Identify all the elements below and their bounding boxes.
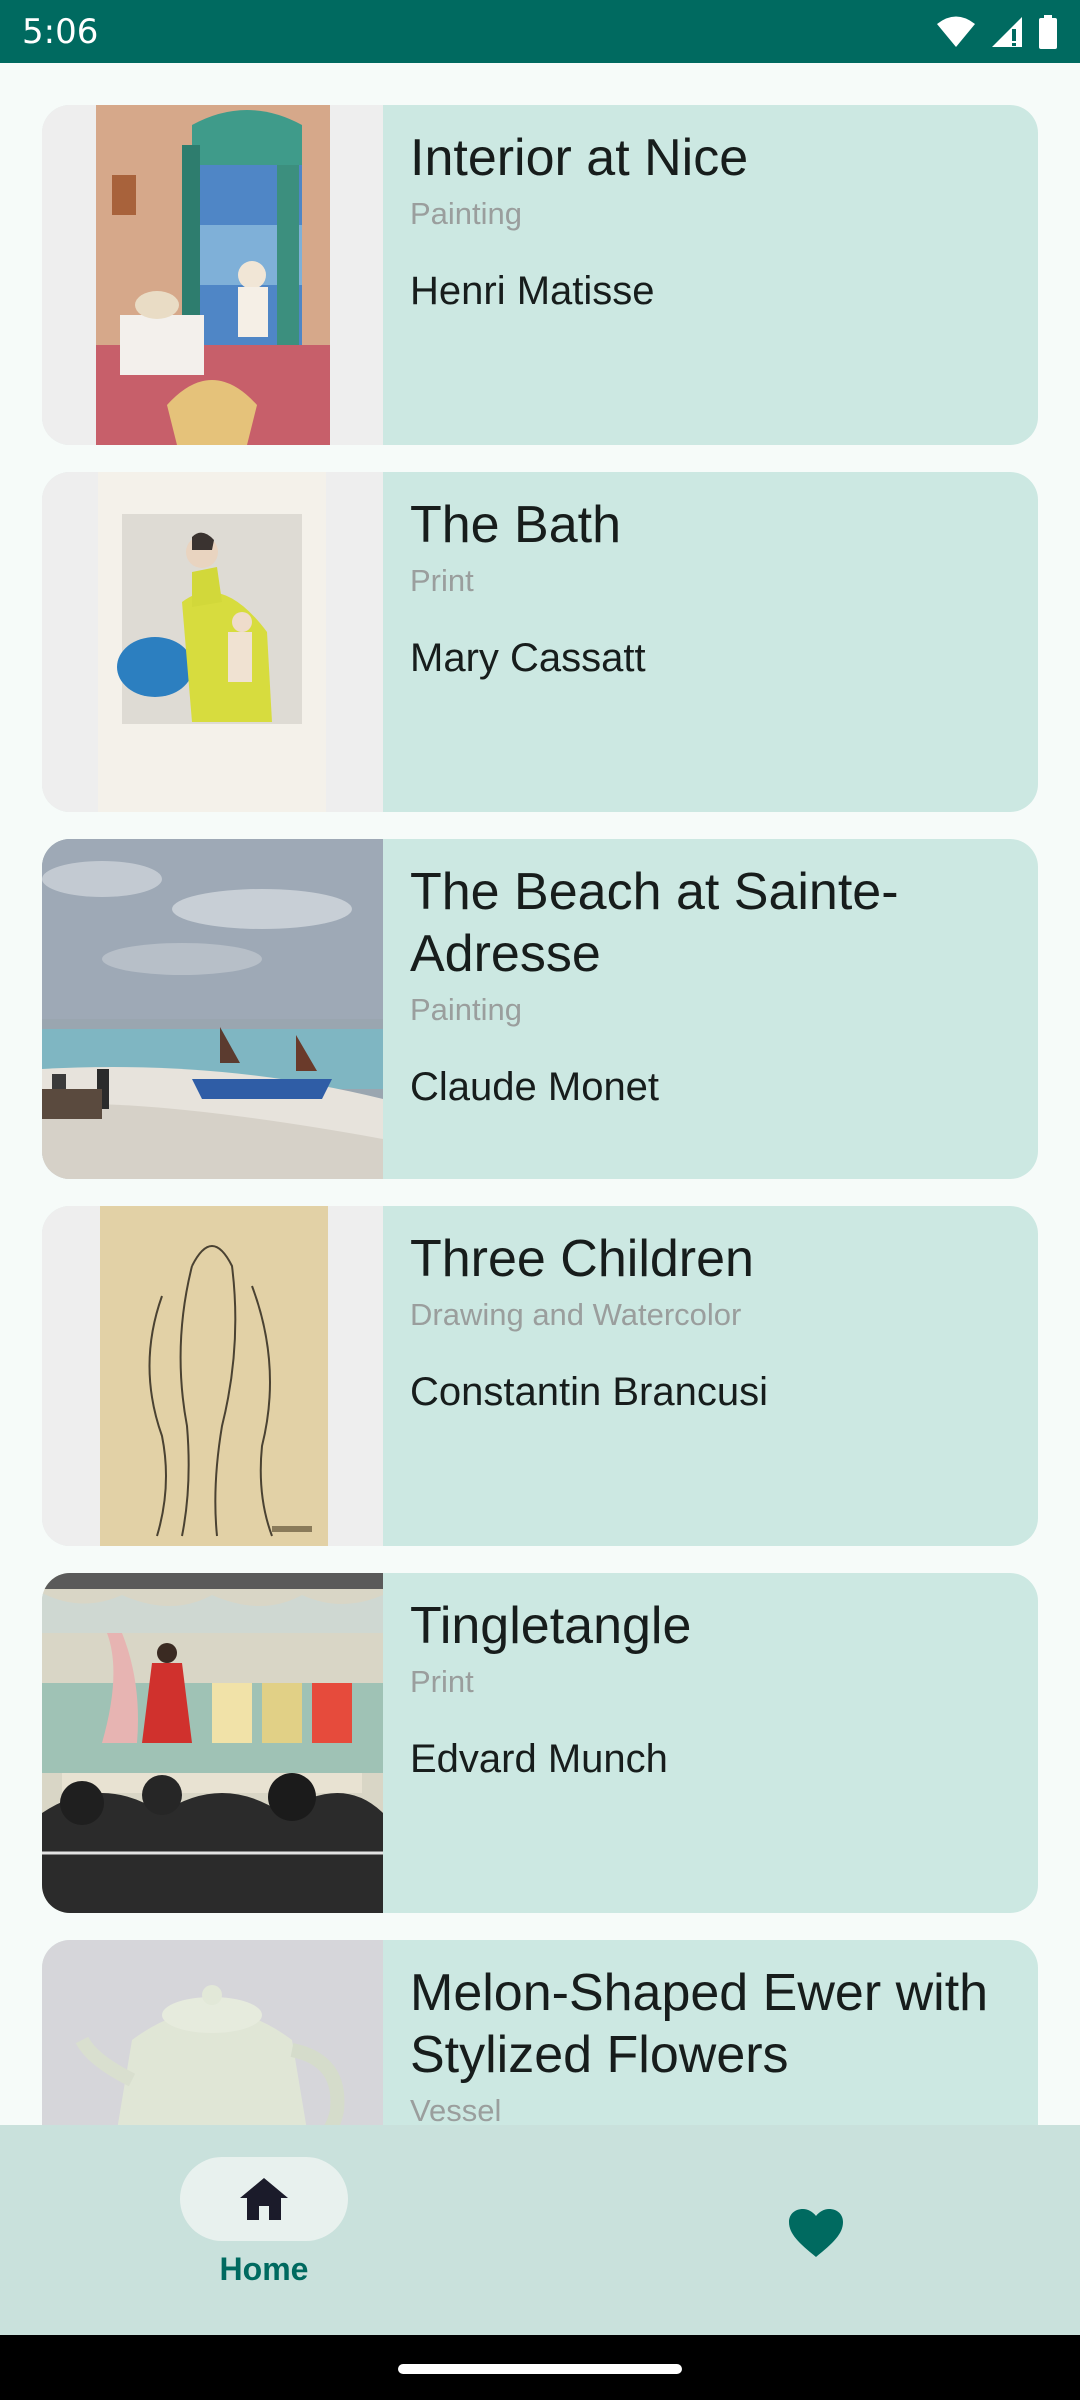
nav-home-label[interactable]: Home (220, 2251, 309, 2288)
artwork-type: Painting (410, 196, 523, 231)
artwork-artist: Constantin Brancusi (410, 1370, 768, 1414)
status-icons (936, 14, 1058, 49)
nav-favorites[interactable] (772, 2191, 860, 2275)
artwork-type: Print (410, 563, 474, 598)
artwork-title: Tingletangle (410, 1597, 692, 1655)
artwork-artist: Claude Monet (410, 1065, 660, 1109)
artwork-card[interactable]: Three Children Drawing and Watercolor Co… (42, 1206, 1038, 1546)
artwork-card[interactable]: Interior at Nice Painting Henri Matisse (42, 105, 1038, 445)
nav-home[interactable]: Home (178, 2157, 350, 2293)
artwork-type: Painting (410, 992, 523, 1027)
artwork-title: The Beach at Sainte-Adresse (410, 863, 899, 983)
artwork-artist: Henri Matisse (410, 269, 655, 313)
bottom-navigation: Home (0, 2125, 1080, 2335)
artwork-title: Melon-Shaped Ewer with Stylized Flowers (410, 1964, 989, 2084)
artwork-title: Three Children (410, 1230, 754, 1288)
artwork-type: Vessel (410, 2093, 502, 2125)
system-gesture-area (0, 2335, 1080, 2400)
heart-icon (789, 2209, 843, 2257)
signal-icon (992, 16, 1022, 47)
artwork-card[interactable]: The Beach at Sainte-Adresse Painting Cla… (42, 839, 1038, 1179)
artwork-card[interactable]: Melon-Shaped Ewer with Stylized Flowers … (42, 1940, 1038, 2125)
artwork-thumbnail (42, 1940, 383, 2125)
artwork-title: The Bath (410, 496, 622, 554)
artwork-type: Print (410, 1664, 474, 1699)
wifi-icon (937, 16, 975, 47)
artwork-card[interactable]: Tingletangle Print Edvard Munch (42, 1573, 1038, 1913)
nav-home-indicator[interactable] (180, 2157, 348, 2241)
artwork-thumbnail (42, 839, 383, 1179)
artwork-type: Drawing and Watercolor (410, 1297, 742, 1332)
status-bar: 5:06 (0, 0, 1080, 63)
artwork-artist: Mary Cassatt (410, 636, 646, 680)
artwork-artist: Edvard Munch (410, 1737, 668, 1781)
battery-icon (1039, 14, 1057, 49)
artwork-thumbnail (42, 472, 383, 812)
artwork-thumbnail (42, 1573, 383, 1913)
artwork-card[interactable]: The Bath Print Mary Cassatt (42, 472, 1038, 812)
home-icon (240, 2178, 288, 2220)
status-time: 5:06 (22, 11, 99, 52)
artwork-thumbnail (42, 1206, 383, 1546)
artwork-list[interactable]: Interior at Nice Painting Henri Matisse … (0, 63, 1080, 2125)
gesture-handle[interactable] (398, 2364, 682, 2374)
artwork-thumbnail (42, 105, 383, 445)
artwork-title: Interior at Nice (410, 129, 749, 187)
